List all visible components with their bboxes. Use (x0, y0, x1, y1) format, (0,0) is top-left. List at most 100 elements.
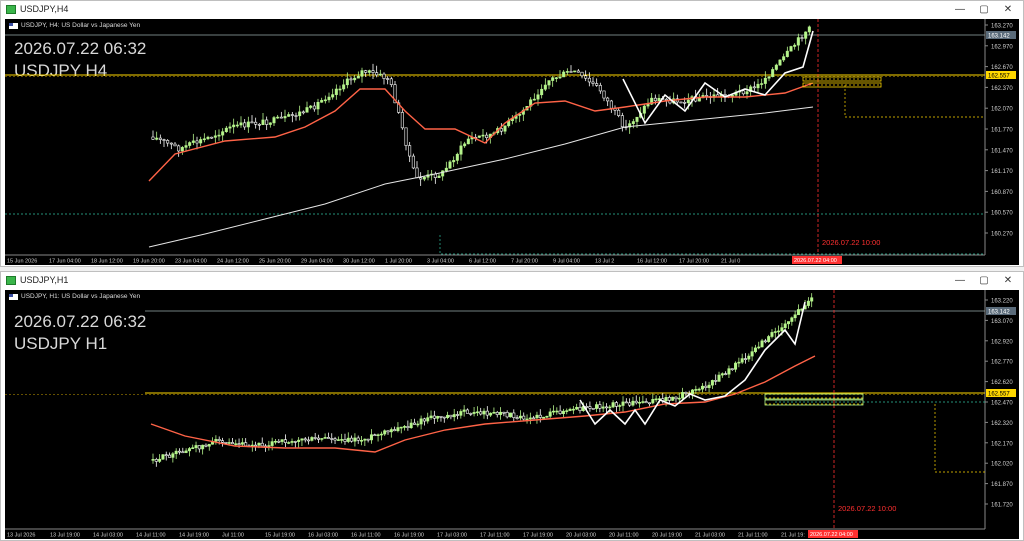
candle-body (373, 434, 377, 437)
candle-body (671, 396, 675, 401)
candle-body (774, 64, 778, 70)
candle-body (697, 388, 701, 391)
candle-body (210, 136, 214, 139)
candle-body (584, 75, 588, 79)
candle-body (512, 412, 516, 418)
candle-body (499, 128, 503, 132)
candle-body (298, 111, 302, 117)
time-axis-label: 21 Jul 0 (721, 259, 740, 265)
window-titlebar[interactable]: USDJPY,H1 — ▢ ✕ (1, 272, 1023, 290)
candle-body (767, 336, 771, 342)
candle-body (674, 396, 678, 400)
candle-body (745, 91, 749, 95)
candle-body (515, 417, 519, 419)
candle-body (429, 415, 433, 418)
candle-body (465, 409, 469, 414)
candle-body (542, 416, 546, 419)
candle-body (261, 119, 265, 126)
candle-body (441, 170, 445, 177)
candle-body (598, 85, 602, 92)
candle-body (651, 399, 655, 404)
candle-body (235, 124, 239, 127)
candle-body (462, 409, 466, 412)
candle-body (664, 397, 668, 402)
time-axis-label: 9 Jul 04:00 (553, 259, 580, 265)
candle-body (349, 78, 353, 81)
candle-body (575, 406, 579, 410)
candle-body (340, 439, 344, 441)
time-axis-label: 21 Jul 11:00 (738, 533, 768, 539)
time-axis-label: 17 Jul 11:00 (480, 533, 510, 539)
price-axis-label: 162.170 (991, 441, 1013, 447)
candle-body (604, 406, 608, 409)
candle-body (184, 145, 188, 148)
candle-body (807, 26, 811, 33)
price-chart[interactable]: USDJPY, H1: US Dollar vs Japanese Yen 20… (5, 290, 1019, 539)
candle-body (371, 70, 375, 73)
candle-body (492, 411, 496, 414)
maximize-icon[interactable]: ▢ (972, 3, 996, 17)
candle-body (287, 442, 291, 444)
candle-body (740, 358, 744, 363)
candle-body (360, 439, 364, 442)
candle-body (558, 76, 562, 79)
chart-window-h4[interactable]: USDJPY,H4 — ▢ ✕ USDJPY, H4: US Dollar vs… (0, 0, 1024, 267)
close-icon[interactable]: ✕ (996, 274, 1020, 288)
price-chart[interactable]: USDJPY, H4: US Dollar vs Japanese Yen 20… (5, 19, 1019, 265)
candle-body (789, 46, 793, 52)
time-axis-label: 25 Jun 20:00 (259, 259, 291, 265)
time-axis-label: 17 Jul 19:00 (523, 533, 553, 539)
candle-body (166, 140, 170, 144)
candle-body (244, 442, 248, 447)
chart-window-h1[interactable]: USDJPY,H1 — ▢ ✕ USDJPY, H1: US Dollar vs… (0, 271, 1024, 541)
window-title: USDJPY,H4 (20, 4, 69, 14)
candle-body (611, 402, 615, 408)
price-axis-label: 162.670 (991, 65, 1013, 71)
window-title: USDJPY,H1 (20, 275, 69, 285)
candle-body (528, 417, 532, 420)
close-icon[interactable]: ✕ (996, 3, 1020, 17)
candle-body (217, 134, 221, 137)
maximize-icon[interactable]: ▢ (972, 274, 996, 288)
candle-body (555, 410, 559, 413)
candle-body (169, 142, 173, 145)
candle-body (411, 155, 415, 169)
time-axis-label: 29 Jun 04:00 (301, 259, 333, 265)
price-axis-label: 160.270 (991, 232, 1013, 238)
window-titlebar[interactable]: USDJPY,H4 — ▢ ✕ (1, 1, 1023, 19)
candle-body (653, 97, 657, 102)
candle-body (694, 389, 698, 391)
candle-body (283, 439, 287, 443)
minimize-icon[interactable]: — (948, 274, 972, 288)
candle-body (508, 412, 512, 418)
candle-body (422, 176, 426, 180)
time-axis-label: 20 Jul 19:00 (652, 533, 682, 539)
candle-body (174, 450, 178, 455)
candle-body (558, 410, 562, 414)
time-axis-label: 13 Jul 2026 (7, 533, 35, 539)
candle-body (595, 83, 599, 86)
candle-body (399, 426, 403, 429)
candle-body (197, 445, 201, 450)
time-axis-label: 21 Jul 19: (781, 533, 805, 539)
minimize-icon[interactable]: — (948, 3, 972, 17)
candle-body (444, 167, 448, 172)
candle-body (720, 373, 724, 376)
candle-body (750, 351, 754, 357)
candle-body (406, 426, 410, 429)
candle-body (313, 437, 317, 439)
candle-body (426, 417, 430, 422)
candle-body (228, 126, 232, 129)
candle-body (333, 438, 337, 441)
candle-body (700, 385, 704, 390)
candle-body (353, 77, 357, 81)
candle-body (439, 415, 443, 418)
candle-body (213, 135, 217, 138)
time-axis-label: 20 Jul 03:00 (566, 533, 596, 539)
candle-body (243, 122, 247, 128)
candle-body (151, 459, 155, 461)
candle-body (793, 314, 797, 319)
candle-body (336, 439, 340, 441)
time-axis-label: 17 Jun 04:00 (49, 259, 81, 265)
candle-body (565, 71, 569, 73)
